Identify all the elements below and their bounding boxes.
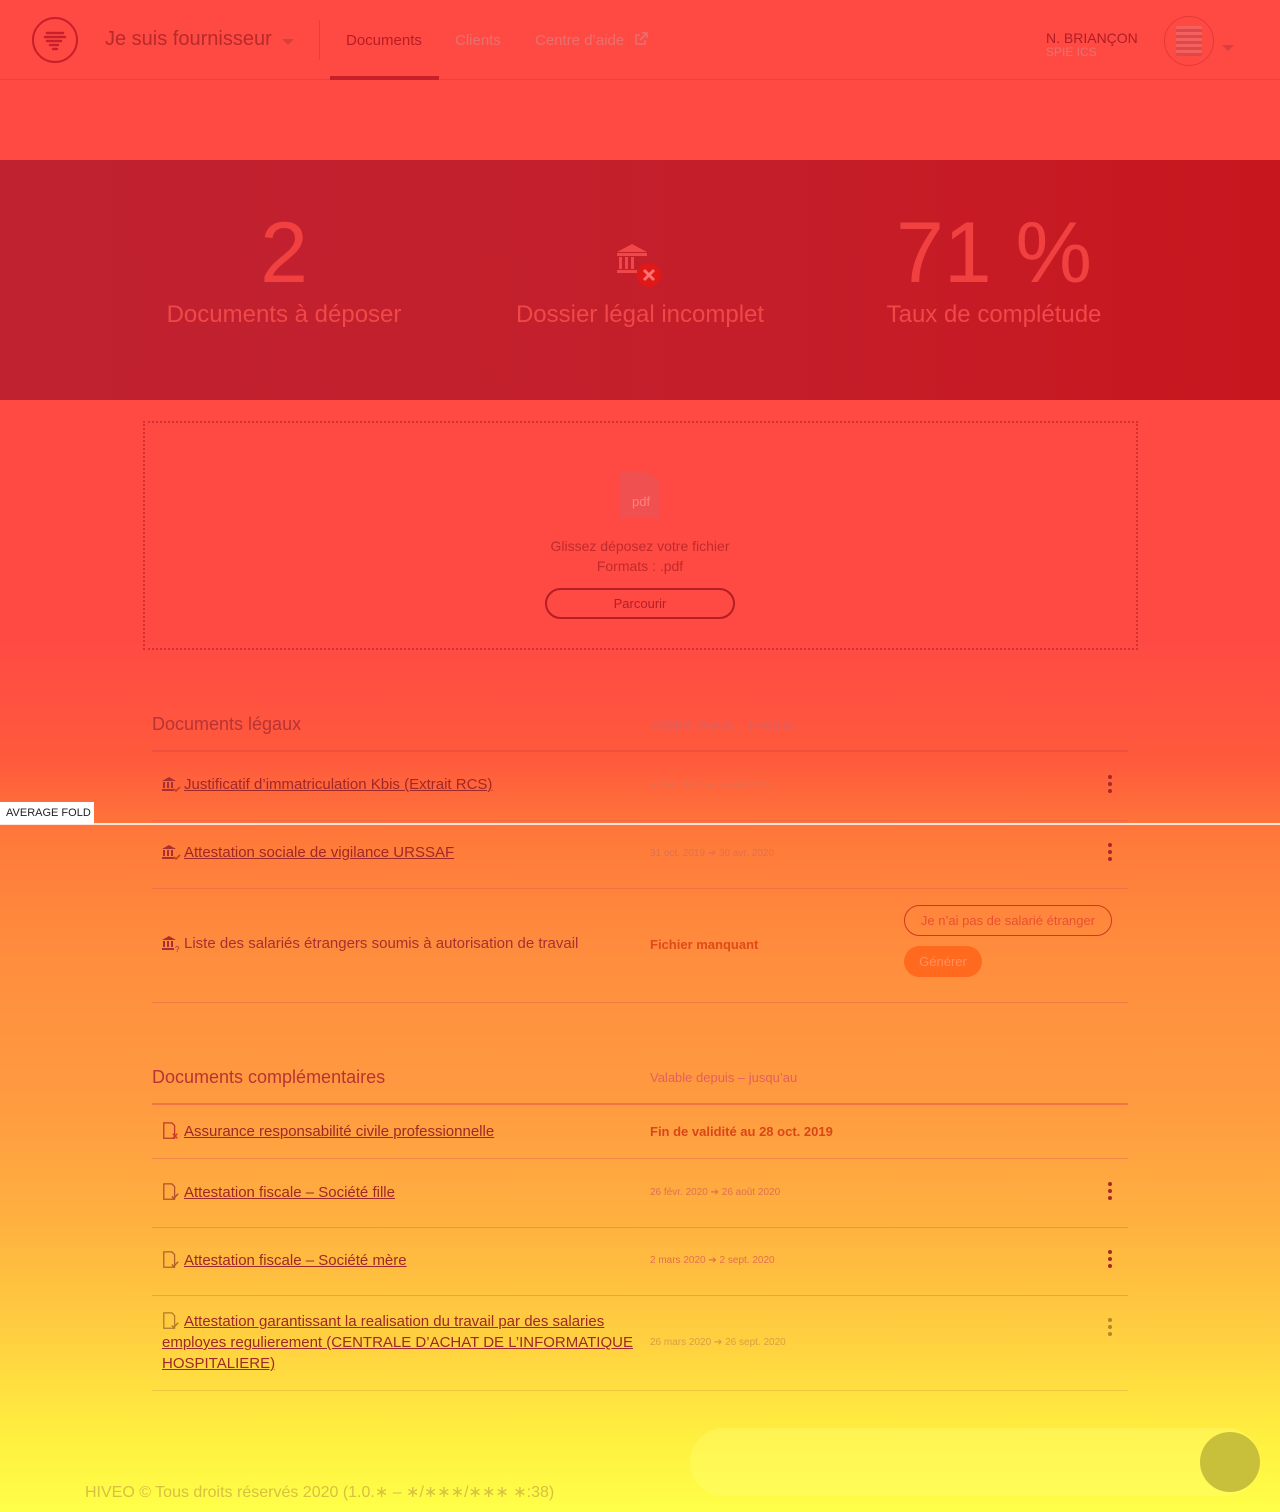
tax-subsidiary-dates: 26 févr. 2020 ➔ 26 août 2020 <box>650 1187 780 1198</box>
avatar[interactable] <box>1164 16 1214 66</box>
complementary-section-title: Documents complémentaires <box>152 1067 386 1087</box>
document-check-icon <box>163 1251 179 1268</box>
missing-file-status: Fichier manquant <box>650 937 759 952</box>
tax-parent-from: 2 mars 2020 <box>650 1255 706 1266</box>
tax-subsidiary-from: 26 févr. 2020 <box>650 1187 708 1198</box>
kbis-document-link[interactable]: Justificatif d’immatriculation Kbis (Ext… <box>184 776 492 793</box>
dropzone-formats: Formats : .pdf <box>596 558 684 574</box>
role-selector[interactable]: Je suis fournisseur <box>105 28 294 51</box>
bank-check-icon <box>162 845 181 861</box>
tab-help-center-label: Centre d’aide <box>535 32 625 49</box>
legal-section-title: Documents légaux <box>152 714 302 734</box>
legal-validity-header: Valable depuis – jusqu’au <box>650 717 798 732</box>
user-name: N. BRIANÇON <box>1046 30 1138 46</box>
role-label: Je suis fournisseur <box>105 28 272 50</box>
dropzone-instruction: Glissez déposez votre fichier <box>550 538 730 554</box>
complementary-validity-header: Valable depuis – jusqu’au <box>650 1070 798 1085</box>
row-divider <box>152 888 1128 889</box>
bank-error-icon <box>617 244 661 287</box>
kbis-validity-dates: 5 févr. 2020 ➔ 5 août 2020 <box>650 780 769 791</box>
completion-label: Taux de complétude <box>886 301 1102 328</box>
kbis-from-date: 5 févr. 2020 <box>650 780 703 791</box>
tax-parent-to: 2 sept. 2020 <box>719 1255 775 1266</box>
arrow-right-icon: ➔ <box>708 1255 717 1266</box>
top-header: Je suis fournisseur Documents Clients Ce… <box>0 0 1280 80</box>
average-fold-label: AVERAGE FOLD <box>0 802 94 824</box>
liability-insurance-link[interactable]: Assurance responsabilité civile professi… <box>184 1123 494 1140</box>
urssaf-from-date: 31 oct. 2019 <box>650 848 706 859</box>
row-divider <box>152 1227 1128 1228</box>
hiveo-logo[interactable] <box>32 17 78 63</box>
user-org: SPIE ICS <box>1046 45 1097 59</box>
tab-documents[interactable]: Documents <box>346 32 422 49</box>
pdf-file-icon: pdf <box>620 472 660 518</box>
employment-cert-dates: 26 mars 2020 ➔ 26 sept. 2020 <box>650 1337 786 1348</box>
chevron-down-icon <box>281 38 294 45</box>
docs-to-upload-count: 2 <box>260 205 308 301</box>
foreign-employees-document-label: Liste des salariés étrangers soumis à au… <box>184 935 579 952</box>
header-divider <box>319 20 320 60</box>
row-divider <box>152 1158 1128 1159</box>
arrow-right-icon: ➔ <box>705 780 714 791</box>
tab-help-center[interactable]: Centre d’aide <box>535 32 649 49</box>
insurance-expired-status: Fin de validité au 28 oct. 2019 <box>650 1124 833 1139</box>
employment-cert-link-line3[interactable]: HOSPITALIERE) <box>162 1355 275 1372</box>
kbis-to-date: 5 août 2020 <box>716 780 770 791</box>
arrow-right-icon: ➔ <box>710 1187 719 1198</box>
urssaf-validity-dates: 31 oct. 2019 ➔ 30 avr. 2020 <box>650 848 774 859</box>
tax-subsidiary-more-options-icon[interactable] <box>1105 1180 1115 1202</box>
external-link-icon <box>635 32 649 45</box>
employment-cert-from: 26 mars 2020 <box>650 1337 712 1348</box>
employment-cert-to: 26 sept. 2020 <box>725 1337 786 1348</box>
document-check-icon <box>163 1312 179 1329</box>
urssaf-document-link[interactable]: Attestation sociale de vigilance URSSAF <box>184 844 454 861</box>
legal-file-status-label: Dossier légal incomplet <box>515 301 765 328</box>
page: Je suis fournisseur Documents Clients Ce… <box>0 0 1280 1512</box>
row-divider <box>152 820 1128 821</box>
urssaf-to-date: 30 avr. 2020 <box>719 848 775 859</box>
legal-section-divider <box>152 750 1128 752</box>
logo-icon <box>43 31 67 51</box>
no-foreign-employee-button[interactable]: Je n’ai pas de salarié étranger <box>904 905 1112 936</box>
document-check-icon <box>163 1183 179 1200</box>
tab-clients[interactable]: Clients <box>455 32 501 49</box>
active-tab-indicator <box>330 76 439 80</box>
svg-text:?: ? <box>175 945 180 953</box>
tax-subsidiary-to: 26 août 2020 <box>721 1187 781 1198</box>
kbis-more-options-icon[interactable] <box>1105 773 1115 795</box>
docs-to-upload-label: Documents à déposer <box>166 301 402 328</box>
bank-question-icon: ? <box>162 936 180 953</box>
browse-button[interactable]: Parcourir <box>545 588 735 619</box>
row-divider <box>152 1002 1128 1003</box>
generate-button[interactable]: Générer <box>904 946 982 977</box>
building-icon <box>1176 26 1202 56</box>
completion-rate: 71 % <box>895 205 1093 301</box>
row-divider <box>152 1390 1128 1391</box>
arrow-right-icon: ➔ <box>707 848 717 859</box>
chat-bubble-icon[interactable] <box>1200 1432 1260 1492</box>
employment-cert-link-line2[interactable]: employes regulierement (CENTRALE D’ACHAT… <box>162 1334 633 1351</box>
urssaf-more-options-icon[interactable] <box>1105 841 1115 863</box>
average-fold-line <box>0 823 1280 825</box>
employment-cert-link-line1[interactable]: Attestation garantissant la realisation … <box>184 1313 604 1330</box>
document-error-icon <box>163 1122 178 1139</box>
complementary-section-divider <box>152 1103 1128 1105</box>
user-menu-chevron-icon[interactable] <box>1222 45 1234 51</box>
bank-check-icon <box>162 777 181 793</box>
tax-cert-subsidiary-link[interactable]: Attestation fiscale – Société fille <box>184 1184 395 1201</box>
row-divider <box>152 1295 1128 1296</box>
pdf-icon-text: pdf <box>632 494 651 509</box>
chat-panel[interactable] <box>690 1428 1260 1496</box>
tax-parent-more-options-icon[interactable] <box>1105 1248 1115 1270</box>
footer-copyright: HIVEO © Tous droits réservés 2020 (1.0.∗… <box>85 1484 555 1501</box>
employment-cert-more-options-icon[interactable] <box>1105 1316 1115 1338</box>
tax-parent-dates: 2 mars 2020 ➔ 2 sept. 2020 <box>650 1255 775 1266</box>
arrow-right-icon: ➔ <box>713 1337 723 1348</box>
tax-cert-parent-link[interactable]: Attestation fiscale – Société mère <box>184 1252 407 1269</box>
